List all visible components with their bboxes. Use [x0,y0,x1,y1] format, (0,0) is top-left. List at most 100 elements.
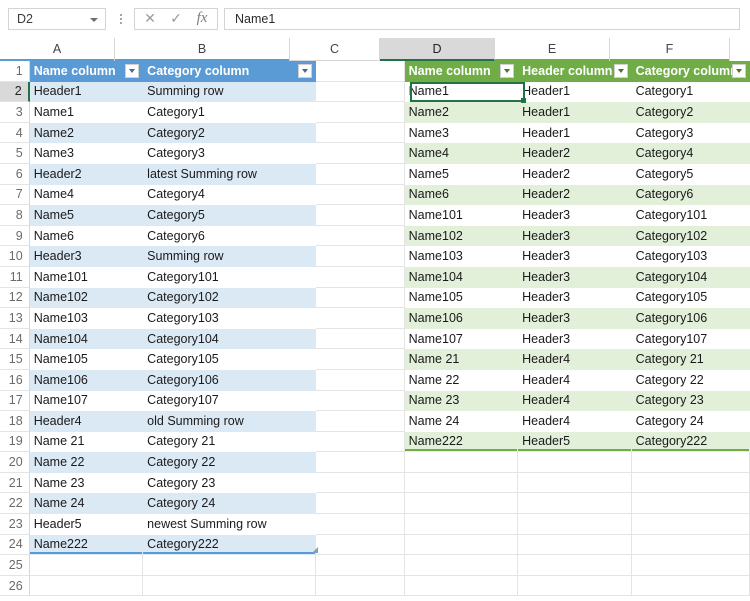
cell-b26[interactable] [143,575,316,597]
row-header-16[interactable]: 16 [0,369,30,391]
cell-e22[interactable] [518,493,632,515]
cell-f14[interactable]: Category107 [631,328,750,350]
cell-f6[interactable]: Category5 [631,163,750,185]
chevron-down-icon[interactable] [90,17,98,22]
cell-b14[interactable]: Category104 [143,328,316,350]
cell-a19[interactable]: Name 21 [29,431,144,453]
cell-f12[interactable]: Category105 [631,287,750,309]
cell-c10[interactable] [315,246,405,267]
row-header-24[interactable]: 24 [0,534,30,556]
cell-c21[interactable] [315,472,405,494]
filter-dropdown-icon[interactable] [613,63,628,78]
cell-b24[interactable]: Category222 [143,534,316,556]
cell-a8[interactable]: Name5 [29,205,144,226]
cell-c14[interactable] [315,328,405,350]
cell-a12[interactable]: Name102 [29,287,144,309]
cell-b6[interactable]: latest Summing row [143,163,316,185]
row-header-21[interactable]: 21 [0,472,30,494]
table-right-header-d[interactable]: Name column [404,61,519,82]
cell-d16[interactable]: Name 22 [404,369,519,391]
cell-f21[interactable] [631,472,750,494]
cell-c2[interactable] [315,81,405,103]
cell-f8[interactable]: Category101 [631,205,750,226]
cell-f2[interactable]: Category1 [631,81,750,103]
row-header-22[interactable]: 22 [0,493,30,515]
column-header-e[interactable]: E [495,38,610,61]
table-left-header-b[interactable]: Category column [143,61,316,82]
cell-a13[interactable]: Name103 [29,308,144,329]
cell-f23[interactable] [631,514,750,535]
cell-c1[interactable] [315,61,405,82]
cell-d14[interactable]: Name107 [404,328,519,350]
cell-b9[interactable]: Category6 [143,225,316,247]
cell-d23[interactable] [404,514,519,535]
row-header-10[interactable]: 10 [0,246,30,267]
cell-b25[interactable] [143,555,316,576]
cell-e21[interactable] [518,472,632,494]
cell-f15[interactable]: Category 21 [631,349,750,370]
cell-a26[interactable] [29,575,144,597]
cell-e4[interactable]: Header1 [518,122,632,144]
cancel-icon[interactable]: ✕ [137,9,163,29]
cell-f10[interactable]: Category103 [631,246,750,267]
cell-b22[interactable]: Category 24 [143,493,316,515]
cell-a3[interactable]: Name1 [29,102,144,123]
cell-c5[interactable] [315,143,405,164]
cell-f18[interactable]: Category 24 [631,411,750,432]
name-box[interactable]: D2 [8,7,106,30]
cell-e2[interactable]: Header1 [518,81,632,103]
cell-a25[interactable] [29,555,144,576]
filter-dropdown-icon[interactable] [297,63,312,78]
table-right-header-e[interactable]: Header column [518,61,632,82]
column-header-d[interactable]: D [380,38,495,61]
cell-e23[interactable] [518,514,632,535]
cell-e19[interactable]: Header5 [518,431,632,453]
cell-a7[interactable]: Name4 [29,184,144,206]
row-header-19[interactable]: 19 [0,431,30,453]
cell-d19[interactable]: Name222 [404,431,519,453]
cell-f11[interactable]: Category104 [631,266,750,288]
cell-d2[interactable]: Name1 [404,81,519,103]
cell-a23[interactable]: Header5 [29,514,144,535]
cell-c12[interactable] [315,287,405,309]
cell-b4[interactable]: Category2 [143,122,316,144]
cell-f26[interactable] [631,575,750,597]
cell-b18[interactable]: old Summing row [143,411,316,432]
cell-c13[interactable] [315,308,405,329]
row-header-17[interactable]: 17 [0,390,30,412]
cell-e5[interactable]: Header2 [518,143,632,164]
cell-e8[interactable]: Header3 [518,205,632,226]
cell-b21[interactable]: Category 23 [143,472,316,494]
cell-a10[interactable]: Header3 [29,246,144,267]
cell-d7[interactable]: Name6 [404,184,519,206]
cell-b7[interactable]: Category4 [143,184,316,206]
cell-a24[interactable]: Name222 [29,534,144,556]
cell-c7[interactable] [315,184,405,206]
cell-d25[interactable] [404,555,519,576]
cell-c25[interactable] [315,555,405,576]
row-header-4[interactable]: 4 [0,122,30,144]
cell-b20[interactable]: Category 22 [143,452,316,473]
cell-f24[interactable] [631,534,750,556]
cell-a2[interactable]: Header1 [29,81,144,103]
cell-c24[interactable] [315,534,405,556]
cell-d4[interactable]: Name3 [404,122,519,144]
cell-f9[interactable]: Category102 [631,225,750,247]
cell-c16[interactable] [315,369,405,391]
cell-a22[interactable]: Name 24 [29,493,144,515]
cell-e26[interactable] [518,575,632,597]
cell-f5[interactable]: Category4 [631,143,750,164]
insert-function-icon[interactable]: fx [189,9,215,29]
cell-c3[interactable] [315,102,405,123]
cell-e20[interactable] [518,452,632,473]
filter-dropdown-icon[interactable] [500,63,515,78]
cell-d3[interactable]: Name2 [404,102,519,123]
row-header-14[interactable]: 14 [0,328,30,350]
cell-e25[interactable] [518,555,632,576]
filter-dropdown-icon[interactable] [125,63,140,78]
cell-c11[interactable] [315,266,405,288]
row-header-9[interactable]: 9 [0,225,30,247]
cell-a20[interactable]: Name 22 [29,452,144,473]
column-header-f[interactable]: F [610,38,730,61]
cell-e6[interactable]: Header2 [518,163,632,185]
